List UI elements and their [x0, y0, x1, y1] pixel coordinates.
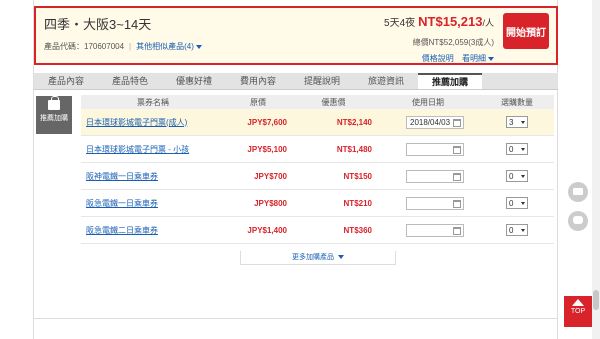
quantity-value: 3 — [509, 117, 514, 127]
ticket-link[interactable]: 阪急電鐵二日乘車券 — [86, 226, 158, 235]
tab-travel-info[interactable]: 旅遊資訊 — [354, 73, 418, 89]
book-button[interactable]: 開始預訂 — [503, 13, 549, 49]
more-add-ons-label: 更多加購產品 — [292, 254, 335, 261]
table-row: 阪神電鐵一日乘車券 JPY$700 NT$150 0 — [81, 163, 554, 190]
price-value: NT$15,213 — [418, 14, 483, 29]
quantity-select[interactable]: 3 — [506, 116, 528, 128]
chevron-down-icon — [521, 120, 525, 124]
date-value: 2018/04/03 — [410, 117, 451, 127]
original-price: JPY$700 — [254, 171, 287, 181]
calendar-icon[interactable] — [453, 199, 461, 208]
sale-price: NT$360 — [343, 225, 372, 235]
divider — [34, 318, 558, 319]
price-info-link[interactable]: 價格說明 — [422, 54, 454, 63]
add-on-side-tag: 推薦加購 — [36, 96, 72, 134]
tab-fees[interactable]: 費用內容 — [226, 73, 290, 89]
col-use-date: 使用日期 — [412, 97, 444, 107]
total-price: 總價NT$52,059(3成人) — [412, 38, 494, 47]
product-code-label: 產品代碼：170607004 — [44, 42, 125, 51]
col-ticket-name: 票券名稱 — [137, 97, 169, 107]
detail-link[interactable]: 看明細 — [462, 54, 494, 63]
chevron-down-icon — [521, 174, 525, 178]
sale-price: NT$1,480 — [336, 144, 372, 154]
price-line: 5天4夜 NT$15,213/人 — [384, 14, 494, 29]
table-row: 日本環球影城電子門票(成人) JPY$7,600 NT$2,140 2018/0… — [81, 109, 554, 136]
col-original-price: 原價 — [250, 97, 266, 107]
top-label: TOP — [570, 308, 586, 315]
original-price: JPY$1,400 — [247, 225, 287, 235]
shopping-bag-icon — [48, 96, 60, 110]
sale-price: NT$2,140 — [336, 117, 372, 127]
chevron-down-icon — [337, 255, 344, 260]
date-input[interactable] — [406, 223, 464, 237]
product-code: 產品代碼：170607004 | 其他相似產品(4) — [44, 41, 202, 52]
similar-products-label: 其他相似產品(4) — [136, 42, 194, 51]
quantity-value: 0 — [509, 225, 514, 235]
scrollbar[interactable] — [592, 0, 600, 339]
chevron-down-icon — [521, 147, 525, 151]
tour-title: 四季・大阪3~14天 — [44, 17, 152, 32]
tab-product-content[interactable]: 產品內容 — [34, 73, 98, 89]
print-button[interactable] — [568, 182, 588, 202]
date-input[interactable] — [406, 196, 464, 210]
table-row: 日本環球影城電子門票 - 小孩 JPY$5,100 NT$1,480 0 — [81, 136, 554, 163]
date-input[interactable]: 2018/04/03 — [406, 115, 464, 129]
calendar-icon[interactable] — [453, 145, 461, 154]
quantity-value: 0 — [509, 144, 514, 154]
side-tag-label: 推薦加購 — [40, 115, 68, 122]
arrow-up-icon — [572, 299, 584, 306]
table-header: 票券名稱 原價 優惠價 使用日期 選購數量 — [81, 95, 554, 109]
detail-link-label: 看明細 — [462, 54, 486, 63]
chat-icon — [573, 216, 583, 224]
sale-price: NT$210 — [343, 198, 372, 208]
original-price: JPY$7,600 — [247, 117, 287, 127]
chevron-down-icon — [521, 228, 525, 232]
product-header: 四季・大阪3~14天 產品代碼：170607004 | 其他相似產品(4) 5天4夜… — [34, 6, 558, 65]
chevron-down-icon — [521, 201, 525, 205]
chat-button[interactable] — [568, 211, 588, 231]
quantity-select[interactable]: 0 — [506, 143, 528, 155]
date-input[interactable] — [406, 169, 464, 183]
calendar-icon[interactable] — [453, 118, 461, 127]
calendar-icon[interactable] — [453, 226, 461, 235]
ticket-link[interactable]: 日本環球影城電子門票(成人) — [86, 118, 187, 127]
tab-offers[interactable]: 優惠好禮 — [162, 73, 226, 89]
date-input[interactable] — [406, 142, 464, 156]
quantity-select[interactable]: 0 — [506, 197, 528, 209]
scrollbar-thumb[interactable] — [593, 290, 599, 310]
col-quantity: 選購數量 — [501, 97, 533, 107]
tab-add-on[interactable]: 推薦加購 — [418, 73, 482, 89]
col-sale-price: 優惠價 — [321, 97, 346, 107]
original-price: JPY$800 — [254, 198, 287, 208]
tab-notes[interactable]: 提醒說明 — [290, 73, 354, 89]
quantity-select[interactable]: 0 — [506, 224, 528, 236]
table-row: 阪急電鐵二日乘車券 JPY$1,400 NT$360 0 — [81, 217, 554, 244]
nights-label: 5天4夜 — [384, 18, 416, 29]
similar-products-link[interactable]: 其他相似產品(4) — [136, 42, 202, 51]
table-row: 阪急電鐵一日乘車券 JPY$800 NT$210 0 — [81, 190, 554, 217]
quantity-value: 0 — [509, 171, 514, 181]
ticket-link[interactable]: 阪神電鐵一日乘車券 — [86, 172, 158, 181]
print-icon — [573, 188, 583, 195]
chevron-down-icon — [488, 56, 494, 61]
sale-price: NT$150 — [343, 171, 372, 181]
ticket-link[interactable]: 日本環球影城電子門票 - 小孩 — [86, 145, 189, 154]
more-add-ons-button[interactable]: 更多加購產品 — [240, 251, 396, 265]
per-person-label: /人 — [482, 18, 494, 28]
chevron-down-icon — [195, 44, 202, 49]
ticket-link[interactable]: 阪急電鐵一日乘車券 — [86, 199, 158, 208]
tab-bar: 產品內容 產品特色 優惠好禮 費用內容 提醒說明 旅遊資訊 推薦加購 — [34, 73, 558, 90]
original-price: JPY$5,100 — [247, 144, 287, 154]
tab-product-features[interactable]: 產品特色 — [98, 73, 162, 89]
calendar-icon[interactable] — [453, 172, 461, 181]
add-on-table: 票券名稱 原價 優惠價 使用日期 選購數量 日本環球影城電子門票(成人) JPY… — [81, 95, 554, 244]
quantity-select[interactable]: 0 — [506, 170, 528, 182]
back-to-top-button[interactable]: TOP — [564, 296, 592, 327]
separator: | — [129, 42, 132, 51]
price-links: 價格說明 看明細 — [416, 53, 494, 64]
quantity-value: 0 — [509, 198, 514, 208]
